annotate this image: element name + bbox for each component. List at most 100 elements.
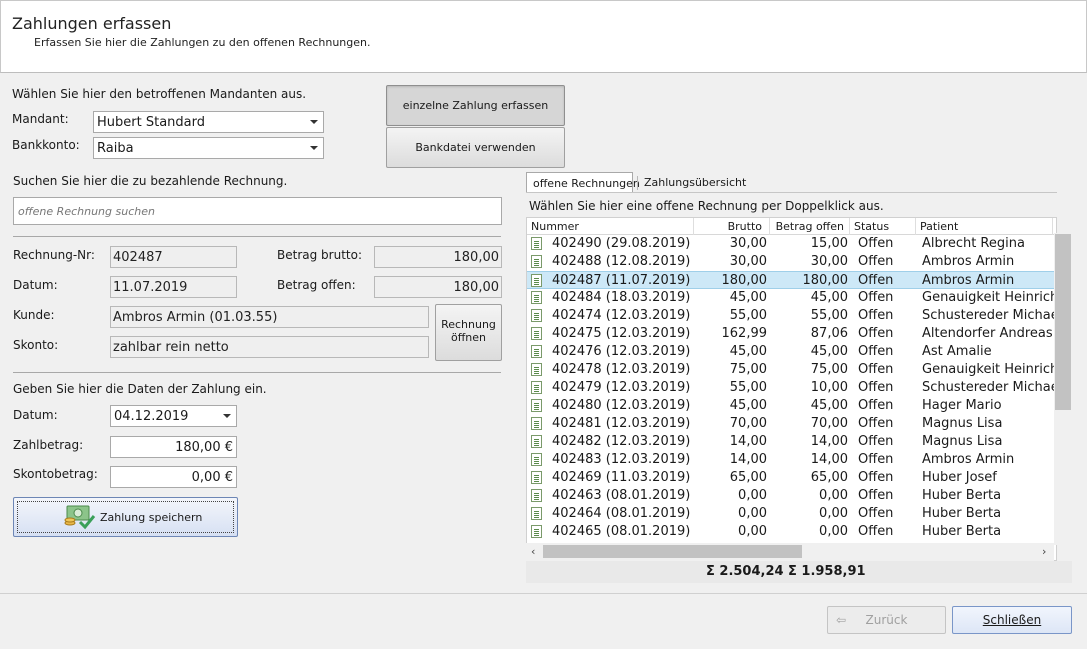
cell-brutto: 180,00 [721, 273, 768, 288]
document-icon [531, 471, 542, 484]
save-payment-button[interactable]: Zahlung speichern [13, 497, 238, 537]
cell-brutto: 45,00 [729, 290, 767, 305]
invoice-search-input[interactable]: offene Rechnung suchen [13, 197, 502, 225]
bankkonto-select[interactable]: Raiba [93, 137, 324, 159]
cell-patient: Hager Mario [922, 398, 1002, 413]
cell-status: Offen [858, 434, 894, 449]
cell-brutto: 30,00 [729, 254, 767, 269]
table-row[interactable]: 402480 (12.03.2019) 45,00 45,00 Offen Hager … [527, 397, 1056, 415]
table-row[interactable]: 402474 (12.03.2019) 55,00 55,00 Offen Schust… [527, 307, 1057, 325]
horizontal-scroll-thumb[interactable] [543, 545, 802, 558]
close-label: Schließen [982, 613, 1042, 627]
table-row[interactable]: 402465 (08.01.2019) 0,00 0,00 Offen Huber Be… [527, 523, 1056, 541]
table-row[interactable]: 402484 (18.03.2019) 45,00 45,00 Offen Genaui… [527, 289, 1057, 307]
vertical-scroll-thumb[interactable] [1055, 234, 1071, 410]
cell-brutto: 45,00 [729, 398, 767, 413]
cell-nummer: 402475 (12.03.2019) [552, 326, 691, 341]
divider [13, 236, 501, 237]
table-row[interactable]: 402476 (12.03.2019) 45,00 45,00 Offen Ast Am… [527, 343, 1056, 361]
cell-patient: Magnus Lisa [922, 416, 1003, 431]
cell-offen: 0,00 [819, 506, 848, 521]
cell-patient: Schustereder Michael [922, 308, 1057, 323]
cell-nummer: 402463 (08.01.2019) [552, 488, 691, 503]
table-row[interactable]: 402487 (11.07.2019) 180,00 180,00 Offen Ambr… [527, 271, 1056, 289]
brutto-label: Betrag brutto: [277, 248, 362, 262]
cell-offen: 70,00 [810, 416, 848, 431]
document-icon [531, 255, 542, 268]
back-button[interactable]: ⇦ Zurück [827, 606, 946, 634]
chevron-right-icon[interactable]: › [1042, 545, 1046, 558]
zahlbetrag-label: Zahlbetrag: [13, 438, 84, 452]
arrow-left-icon: ⇦ [836, 613, 847, 627]
zahlbetrag-input[interactable]: 180,00 € [110, 436, 237, 458]
table-row[interactable]: 402479 (12.03.2019) 55,00 10,00 Offen Schust… [527, 379, 1056, 397]
table-row[interactable]: 402464 (08.01.2019) 0,00 0,00 Offen Huber Be… [527, 505, 1056, 523]
chevron-left-icon[interactable]: ‹ [531, 545, 535, 558]
divider [13, 372, 501, 373]
cell-nummer: 402479 (12.03.2019) [552, 380, 691, 395]
cell-offen: 15,00 [810, 236, 848, 251]
offen-field: 180,00 [374, 276, 502, 298]
payment-date-picker[interactable]: 04.12.2019 [110, 405, 237, 427]
cell-nummer: 402484 (18.03.2019) [552, 290, 691, 305]
offen-label: Betrag offen: [277, 278, 356, 292]
document-icon [531, 417, 542, 430]
bankfile-button[interactable]: Bankdatei verwenden [386, 127, 565, 168]
cell-brutto: 0,00 [738, 524, 767, 539]
cell-nummer: 402480 (12.03.2019) [552, 398, 691, 413]
payment-date-value: 04.12.2019 [114, 409, 189, 424]
table-row[interactable]: 402463 (08.01.2019) 0,00 0,00 Offen Huber Be… [527, 487, 1056, 505]
table-row[interactable]: 402483 (12.03.2019) 14,00 14,00 Offen Ambros… [527, 451, 1056, 469]
col-offen[interactable]: Betrag offen [776, 220, 844, 233]
cell-brutto: 55,00 [729, 308, 767, 323]
cell-patient: Genauigkeit Heinrich [922, 290, 1057, 305]
col-patient[interactable]: Patient [920, 220, 958, 233]
table-row[interactable]: 402488 (12.08.2019) 30,00 30,00 Offen Ambros… [527, 253, 1056, 271]
document-icon [531, 399, 542, 412]
table-row[interactable]: 402482 (12.03.2019) 14,00 14,00 Offen Magnus… [527, 433, 1056, 451]
cell-brutto: 162,99 [721, 326, 768, 341]
open-invoice-button[interactable]: Rechnung öffnen [435, 304, 502, 361]
table-row[interactable]: 402478 (12.03.2019) 75,00 75,00 Offen Genaui… [527, 361, 1057, 379]
cell-nummer: 402482 (12.03.2019) [552, 434, 691, 449]
brutto-field: 180,00 [374, 246, 502, 268]
mandant-heading: Wählen Sie hier den betroffenen Mandante… [12, 87, 307, 101]
cell-nummer: 402465 (08.01.2019) [552, 524, 691, 539]
col-sep [849, 218, 850, 235]
col-sep [1052, 218, 1053, 235]
cell-nummer: 402469 (11.03.2019) [552, 470, 691, 485]
col-status[interactable]: Status [854, 220, 889, 233]
col-sep [915, 218, 916, 235]
cell-status: Offen [858, 524, 894, 539]
cell-status: Offen [858, 290, 894, 305]
tab-open-invoices[interactable]: offene Rechnungen [526, 172, 640, 193]
table-row[interactable]: 402475 (12.03.2019) 162,99 87,06 Offen Alten… [527, 325, 1056, 343]
cell-patient: Altendorfer Andreas [922, 326, 1053, 341]
skontobetrag-input[interactable]: 0,00 € [110, 466, 237, 488]
cell-nummer: 402483 (12.03.2019) [552, 452, 691, 467]
col-nummer[interactable]: Nummer [531, 220, 579, 233]
cell-offen: 87,06 [810, 326, 848, 341]
cell-status: Offen [858, 452, 894, 467]
invoice-nr-label: Rechnung-Nr: [13, 248, 95, 262]
close-button[interactable]: Schließen [952, 606, 1072, 634]
col-sep [769, 218, 770, 235]
cell-nummer: 402481 (12.03.2019) [552, 416, 691, 431]
table-row[interactable]: 402469 (11.03.2019) 65,00 65,00 Offen Huber … [527, 469, 1056, 487]
cell-status: Offen [858, 362, 894, 377]
col-brutto[interactable]: Brutto [728, 220, 762, 233]
dialog-title: Zahlungen erfassen [12, 14, 172, 33]
dialog-subtitle: Erfassen Sie hier die Zahlungen zu den o… [34, 36, 371, 49]
invoice-grid[interactable]: Nummer Brutto Betrag offen Status Patien… [526, 217, 1057, 561]
cell-patient: Huber Berta [922, 488, 1002, 503]
mandant-select[interactable]: Hubert Standard [93, 111, 324, 133]
document-icon [531, 453, 542, 466]
cell-offen: 65,00 [810, 470, 848, 485]
single-payment-button[interactable]: einzelne Zahlung erfassen [386, 85, 565, 126]
skontobetrag-label: Skontobetrag: [13, 467, 98, 481]
tab-payment-overview[interactable]: Zahlungsübersicht [638, 172, 746, 193]
cell-patient: Genauigkeit Heinrich [922, 362, 1057, 377]
table-row[interactable]: 402490 (29.08.2019) 30,00 15,00 Offen Albrec… [527, 235, 1056, 253]
table-row[interactable]: 402481 (12.03.2019) 70,00 70,00 Offen Magnus… [527, 415, 1056, 433]
kunde-label: Kunde: [13, 308, 55, 322]
